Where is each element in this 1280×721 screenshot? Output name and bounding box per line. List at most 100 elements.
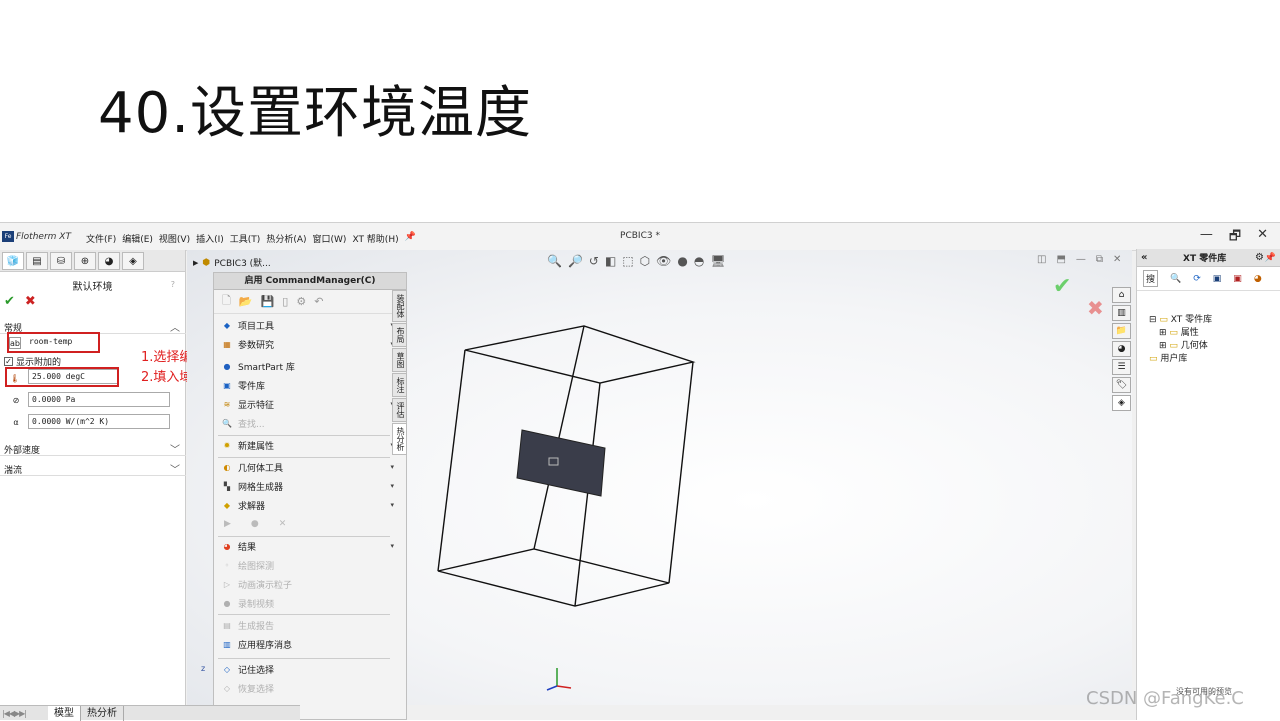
hide-show-icon[interactable]: 👁 — [656, 254, 671, 268]
refresh-icon[interactable]: ⟳ — [1193, 274, 1201, 284]
minimize-button[interactable]: — — [1200, 227, 1213, 249]
solver-run-icon[interactable]: ▶ — [224, 519, 231, 529]
previous-view-icon[interactable]: ↺ — [589, 254, 599, 268]
open-icon[interactable]: 📂 — [239, 295, 253, 308]
tree-item-user-library[interactable]: ▭ 用户库 — [1149, 353, 1212, 366]
cmd-restore-selection[interactable]: ◇ 恢复选择 — [222, 681, 394, 695]
pin-icon[interactable]: 📌 — [1265, 253, 1276, 263]
tree-item-attributes[interactable]: ⊞ ▭ 属性 — [1149, 327, 1212, 340]
cmd-project-tools[interactable]: ◆项目工具▾ — [222, 318, 394, 332]
color-icon[interactable]: ◕ — [1254, 274, 1262, 284]
htc-field[interactable]: 0.0000 W/(m^2 K) — [28, 414, 170, 429]
cancel-x-icon[interactable]: ✖ — [1087, 296, 1104, 320]
appearance-icon[interactable]: ● — [677, 254, 687, 268]
view-orientation-icon[interactable]: ⬚ — [622, 254, 633, 268]
menu-tools[interactable]: 工具(T) — [230, 232, 261, 245]
zoom-area-icon[interactable]: 🔎 — [568, 254, 583, 268]
section-turbulence[interactable]: 湍流 ﹀ — [0, 460, 186, 476]
cmd-smartpart-library[interactable]: ● SmartPart 库 — [222, 359, 394, 373]
cancel-x-icon[interactable]: ✖ — [25, 294, 36, 309]
xt-library-icon[interactable]: ◈ — [1112, 395, 1131, 411]
appearance-icon[interactable]: ◕ — [1112, 341, 1131, 357]
cmd-show-features[interactable]: ≋显示特征▾ — [222, 397, 394, 411]
restore-button[interactable]: 🗗 — [1229, 227, 1241, 249]
solver-stop-icon[interactable]: ✕ — [279, 519, 287, 529]
help-icon[interactable]: ? — [171, 280, 175, 289]
search-tab[interactable]: 搜 — [1143, 270, 1159, 287]
save-icon[interactable]: 💾 — [261, 295, 275, 308]
list-icon[interactable]: ☰ — [1112, 359, 1131, 375]
monitor-icon[interactable]: 🖥 — [710, 254, 725, 268]
chevron-down-icon[interactable]: ﹀ — [170, 441, 180, 456]
cmd-animate-particles[interactable]: ▷ 动画演示粒子 — [222, 577, 394, 591]
tab-model[interactable]: 模型 — [48, 705, 81, 721]
cmd-remember-selection[interactable]: ◇ 记住选择 — [222, 662, 394, 676]
collapse-icon[interactable]: « — [1141, 252, 1147, 263]
viewport-window-icon[interactable]: ⬒ — [1056, 254, 1065, 265]
scene-icon[interactable]: ◓ — [694, 254, 704, 268]
xt-tab-icon[interactable]: ◈ — [122, 252, 144, 270]
section-external-velocity[interactable]: 外部速度 ﹀ — [0, 440, 186, 456]
tab-assembly[interactable]: 装配体 — [392, 290, 407, 322]
menu-window[interactable]: 窗口(W) — [313, 232, 347, 245]
tab-evaluate[interactable]: 评估 — [392, 398, 407, 422]
cmd-geometry-tools[interactable]: ◐ 几何体工具 ▾ — [222, 460, 395, 474]
chevron-up-icon[interactable]: ︿ — [170, 319, 180, 334]
property-tab-icon[interactable]: ▤ — [26, 252, 48, 270]
menu-edit[interactable]: 编辑(E) — [122, 232, 153, 245]
gear-icon[interactable]: ⚙ — [1255, 252, 1264, 263]
viewport-minimize-icon[interactable]: — — [1076, 254, 1086, 265]
tab-layout[interactable]: 布局 — [392, 323, 407, 347]
part-icon[interactable]: ▣ — [1213, 274, 1222, 284]
tree-item-xt-library[interactable]: ⊟ ▭ XT 零件库 — [1149, 314, 1212, 327]
cmd-results[interactable]: ◕ 结果 ▾ — [222, 539, 395, 553]
cmd-parametric-study[interactable]: ▦参数研究▾ — [222, 337, 394, 351]
menu-help[interactable]: XT 帮助(H) — [352, 232, 398, 245]
confirm-check-icon[interactable]: ✔ — [1053, 274, 1071, 299]
feature-tree-tab-icon[interactable]: 🧊 — [2, 252, 24, 270]
viewport-split-icon[interactable]: ◫ — [1037, 254, 1046, 265]
library-icon[interactable]: ▥ — [1112, 305, 1131, 321]
cmd-plot-probe[interactable]: ◦ 绘图探测 — [222, 558, 394, 572]
ok-check-icon[interactable]: ✔ — [4, 294, 15, 309]
cmd-record-video[interactable]: ● 录制视频 — [222, 596, 394, 610]
tab-thermal[interactable]: 热分析 — [81, 705, 124, 721]
cmd-find[interactable]: 🔍 查找... — [222, 416, 394, 430]
assembly-icon[interactable]: ▣ — [1233, 274, 1242, 284]
tab-annotation[interactable]: 标注 — [392, 373, 407, 397]
display-tab-icon[interactable]: ◕ — [98, 252, 120, 270]
menu-thermal-analysis[interactable]: 热分析(A) — [266, 232, 306, 245]
command-manager-title[interactable]: 启用 CommandManager(C) — [214, 273, 406, 290]
pressure-field[interactable]: 0.0000 Pa — [28, 392, 170, 407]
tree-item-geometry[interactable]: ⊞ ▭ 几何体 — [1149, 340, 1212, 353]
cmd-part-library[interactable]: ▣ 零件库 — [222, 378, 394, 392]
tab-thermal-analysis[interactable]: 热分析 — [392, 423, 407, 455]
dimxpert-tab-icon[interactable]: ⊕ — [74, 252, 96, 270]
folder-icon[interactable]: 📁 — [1112, 323, 1131, 339]
config-tab-icon[interactable]: ⛁ — [50, 252, 72, 270]
show-additional-checkbox[interactable]: ✓ — [4, 357, 13, 366]
print-icon[interactable]: ▯ — [282, 295, 288, 308]
search-icon[interactable]: 🔍 — [1170, 274, 1181, 284]
close-button[interactable]: ✕ — [1257, 227, 1268, 249]
cmd-generate-report[interactable]: ▤ 生成报告 — [222, 618, 394, 632]
tab-nav-arrows-icon[interactable]: |◀◀▶▶| — [0, 709, 48, 718]
cmd-new-attribute[interactable]: ✹新建属性▾ — [222, 438, 394, 452]
solver-pause-icon[interactable]: ● — [251, 519, 259, 529]
tab-sketch[interactable]: 草图 — [392, 348, 407, 372]
zoom-fit-icon[interactable]: 🔍 — [547, 254, 562, 268]
new-doc-icon[interactable]: 🗋 — [222, 292, 231, 311]
options-gear-icon[interactable]: ⚙ — [296, 295, 306, 308]
section-view-icon[interactable]: ◧ — [605, 254, 616, 268]
chevron-down-icon[interactable]: ﹀ — [170, 461, 180, 476]
viewport-restore-icon[interactable]: ⧉ — [1096, 254, 1103, 265]
cmd-app-messages[interactable]: ▥ 应用程序消息 — [222, 637, 394, 651]
pin-icon[interactable]: 📌 — [405, 232, 416, 245]
menu-insert[interactable]: 插入(I) — [196, 232, 224, 245]
cmd-mesh-generator[interactable]: ▚ 网格生成器 ▾ — [222, 479, 394, 493]
display-style-icon[interactable]: ⬡ — [640, 254, 650, 268]
cmd-solver[interactable]: ◆ 求解器 ▾ — [222, 498, 394, 512]
menu-file[interactable]: 文件(F) — [86, 232, 116, 245]
tag-icon[interactable]: 🏷 — [1112, 377, 1131, 393]
viewport-close-icon[interactable]: ✕ — [1113, 254, 1121, 265]
